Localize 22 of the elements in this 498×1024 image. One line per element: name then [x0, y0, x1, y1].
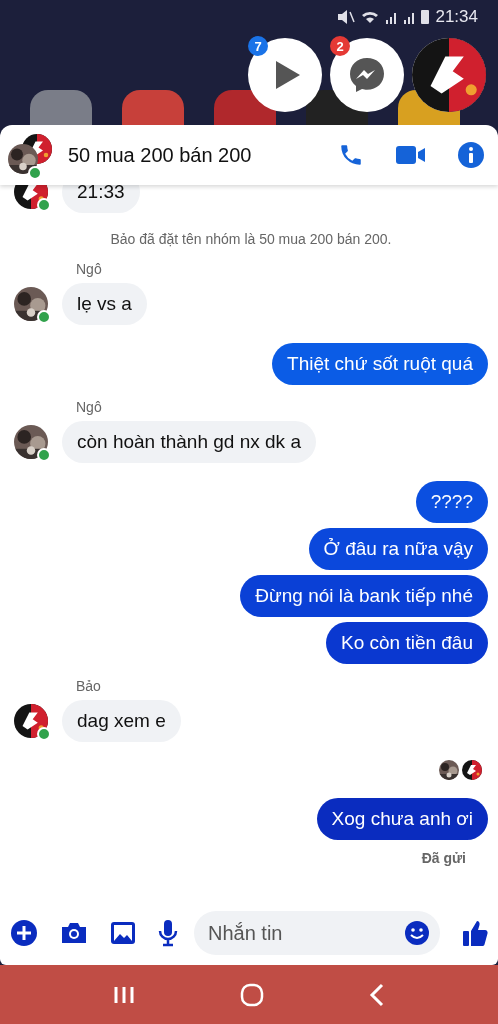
unread-badge: 7 [248, 36, 268, 56]
sender-name: Bảo [76, 678, 102, 694]
message-bubble: Đừng nói là bank tiếp nhé [240, 575, 488, 617]
conversation-title: 50 mua 200 bán 200 [68, 143, 253, 167]
chat-head[interactable]: 2 [330, 38, 404, 112]
message-bubble: Ở đâu ra nữa vậy [308, 528, 488, 570]
message-bubble: Xog chưa anh ơi [316, 798, 488, 840]
status-time: 21:34 [435, 7, 478, 27]
sender-name: Ngô [76, 261, 103, 277]
message-input[interactable]: Nhắn tin [194, 911, 440, 955]
message-bubble: lẹ vs a [62, 283, 147, 325]
message-bubble: 21:33 [62, 185, 140, 213]
message-bubble: còn hoàn thành gd nx dk a [62, 421, 316, 463]
message-bubble: ???? [415, 481, 488, 523]
delivery-status: Đã gửi [421, 850, 466, 866]
unread-badge: 2 [330, 36, 350, 56]
message-bubble: Thiệt chứ sốt ruột quá [272, 343, 488, 385]
sender-name: Ngô [76, 399, 103, 415]
chat-head[interactable]: 7 [248, 38, 322, 112]
message-bubble: Ko còn tiền đâu [325, 622, 488, 664]
system-notice: Bảo đã đặt tên nhóm là 50 mua 200 bán 200. [109, 231, 393, 247]
message-bubble: dag xem e [62, 700, 181, 742]
